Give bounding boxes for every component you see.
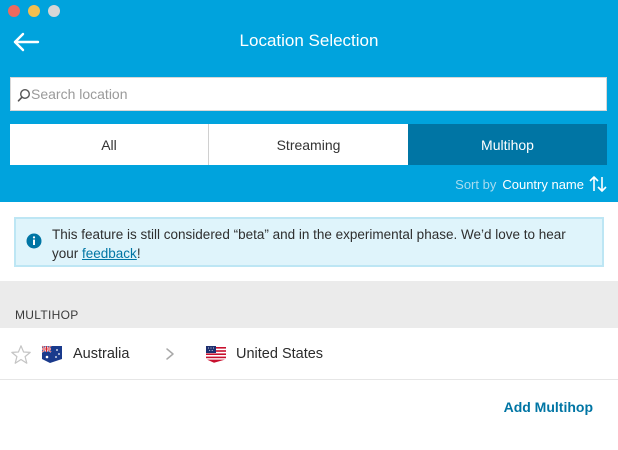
search-icon <box>17 88 31 102</box>
beta-notice: This feature is still considered “beta” … <box>14 217 604 267</box>
page-title: Location Selection <box>239 31 379 50</box>
multihop-row[interactable]: Australia United States <box>0 328 618 380</box>
section-title: MULTIHOP <box>15 308 79 322</box>
tab-streaming[interactable]: Streaming <box>209 124 408 165</box>
feedback-link[interactable]: feedback <box>82 246 137 261</box>
tab-all[interactable]: All <box>10 124 209 165</box>
chevron-right-icon <box>166 348 174 360</box>
info-icon <box>26 233 42 249</box>
sort-control: Sort by Country name <box>455 175 608 193</box>
sort-order-icon[interactable] <box>588 175 608 193</box>
exit-country-label: United States <box>236 346 324 362</box>
sort-value-button[interactable]: Country name <box>502 177 584 192</box>
window-controls <box>8 5 60 17</box>
united-states-flag-icon <box>206 346 226 363</box>
australia-flag-icon <box>41 345 62 363</box>
header-bar: Location Selection All Streaming Multiho… <box>0 0 618 202</box>
entry-country-label: Australia <box>73 346 130 362</box>
beta-notice-end: ! <box>136 246 141 261</box>
search-input[interactable] <box>31 78 601 110</box>
filter-tabs: All Streaming Multihop <box>10 124 607 165</box>
maximize-window-button[interactable] <box>48 5 60 17</box>
minimize-window-button[interactable] <box>28 5 40 17</box>
close-window-button[interactable] <box>8 5 20 17</box>
section-header-multihop: MULTIHOP <box>0 281 618 328</box>
add-multihop-button[interactable]: Add Multihop <box>504 399 593 415</box>
tab-multihop[interactable]: Multihop <box>408 124 607 165</box>
search-box[interactable] <box>10 77 607 111</box>
sort-label: Sort by <box>455 176 497 192</box>
star-icon[interactable] <box>10 344 32 366</box>
